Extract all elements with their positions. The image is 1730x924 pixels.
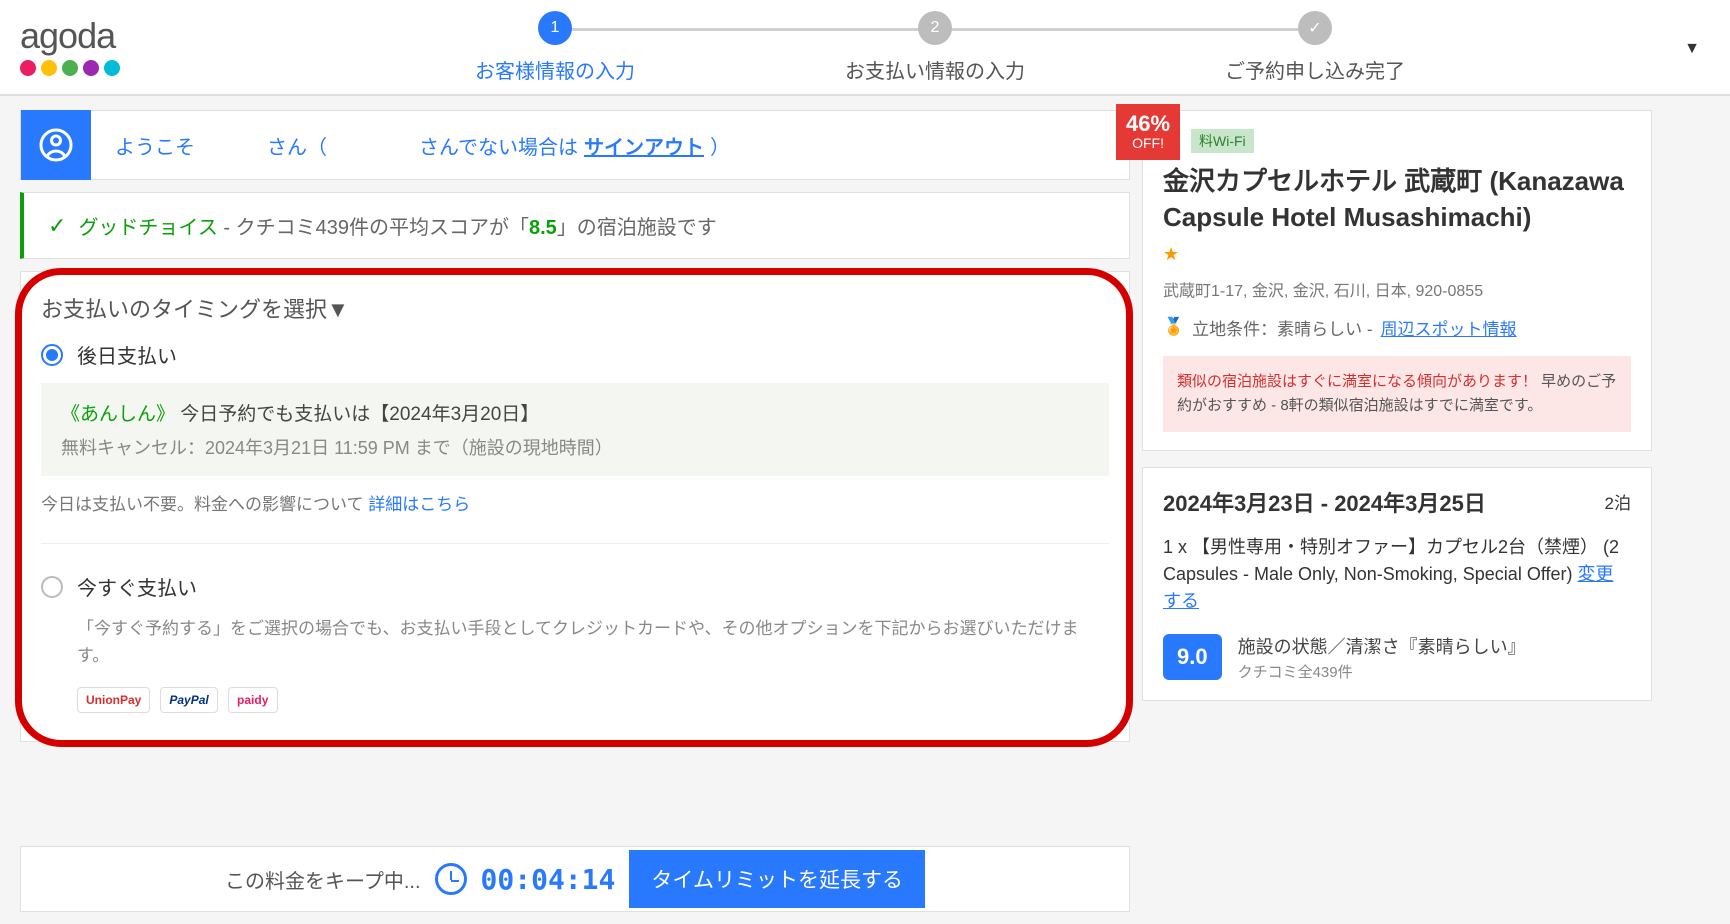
step-3-label: ご予約申し込み完了 (1225, 55, 1405, 84)
review-row: 9.0 施設の状態／清潔さ『素晴らしい』 クチコミ全439件 (1163, 633, 1631, 682)
booking-nights: 2泊 (1605, 489, 1631, 514)
pay-now-label: 今すぐ支払い (77, 572, 197, 601)
payment-timing-box: お支払いのタイミングを選択▼ 後日支払い 《あんしん》 今日予約でも支払いは【2… (20, 271, 1130, 742)
countdown-bar: この料金をキープ中... 00:04:14 タイムリミットを延長する (20, 846, 1130, 912)
step-1: 1 お客様情報の入力 (365, 11, 745, 84)
pay-now-radio[interactable] (41, 576, 63, 598)
header: agoda 1 お客様情報の入力 2 お支払い情報の入力 ✓ ご予約申し込み完了… (0, 0, 1730, 96)
hotel-name: 金沢カプセルホテル 武蔵町 (Kanazawa Capsule Hotel Mu… (1163, 163, 1631, 236)
good-choice-banner: ✓ グッドチョイス - クチコミ439件の平均スコアが「8.5」の宿泊施設です (20, 192, 1130, 259)
nearby-link[interactable]: 周辺スポット情報 (1381, 315, 1517, 340)
detail-link[interactable]: 詳細はこちら (368, 495, 470, 514)
step-3-circle: ✓ (1298, 11, 1332, 45)
location-label: 立地条件：素晴らしい - (1192, 315, 1372, 340)
header-menu-caret[interactable]: ▼ (1684, 40, 1700, 58)
pay-later-note: 今日は支払い不要。料金への影響について 詳細はこちら (41, 490, 1109, 515)
logo-dots (20, 60, 120, 76)
booking-dates: 2024年3月23日 - 2024年3月25日 (1163, 486, 1486, 518)
payment-title: お支払いのタイミングを選択▼ (41, 292, 1109, 324)
good-choice-score: 8.5 (529, 217, 557, 239)
logo[interactable]: agoda (20, 18, 120, 76)
welcome-bar: ようこそ さん（ さんでない場合は サインアウト ） (20, 110, 1130, 180)
signout-link[interactable]: サインアウト (584, 131, 704, 160)
good-choice-post: 」の宿泊施設です (557, 217, 717, 239)
hotel-card: 料Wi-Fi 金沢カプセルホテル 武蔵町 (Kanazawa Capsule H… (1142, 110, 1652, 451)
discount-badge: 46% OFF! (1116, 104, 1180, 160)
user-icon (21, 110, 91, 180)
discount-off: OFF! (1126, 136, 1170, 151)
pay-later-option[interactable]: 後日支払い (41, 340, 1109, 369)
right-column: 46% OFF! 料Wi-Fi 金沢カプセルホテル 武蔵町 (Kanazawa … (1142, 110, 1652, 742)
step-2: 2 お支払い情報の入力 (745, 11, 1125, 84)
check-icon: ✓ (48, 213, 66, 239)
welcome-text: ようこそ さん（ さんでない場合は サインアウト ） (91, 131, 730, 160)
logo-text: agoda (20, 18, 115, 54)
payment-method-logos: UnionPay PayPal paidy (77, 687, 1109, 713)
review-title: 施設の状態／清潔さ『素晴らしい』 (1238, 633, 1526, 659)
welcome-notyou: さんでない場合は (419, 131, 578, 160)
divider (41, 543, 1109, 544)
review-count: クチコミ全439件 (1238, 661, 1526, 682)
scarcity-alert: 類似の宿泊施設はすぐに満室になる傾向があります！ 早めのご予約がおすすめ - 8… (1163, 356, 1631, 432)
clock-icon (435, 863, 467, 895)
discount-pct: 46% (1126, 112, 1170, 136)
welcome-close: ） (710, 131, 730, 160)
pay-now-option[interactable]: 今すぐ支払い (41, 572, 1109, 601)
star-icon: ★ (1163, 244, 1631, 265)
good-choice-label: グッドチョイス (78, 217, 217, 239)
score-badge: 9.0 (1163, 634, 1222, 680)
keep-price-text: この料金をキープ中... (225, 865, 420, 894)
pay-later-line2: 無料キャンセル：2024年3月21日 11:59 PM まで（施設の現地時間） (61, 434, 1089, 460)
paidy-logo: paidy (228, 687, 278, 713)
left-column: ようこそ さん（ さんでない場合は サインアウト ） ✓ グッドチョイス - ク… (20, 110, 1130, 742)
step-2-label: お支払い情報の入力 (845, 55, 1025, 84)
pay-later-label: 後日支払い (77, 340, 177, 369)
step-2-circle: 2 (918, 11, 952, 45)
progress-stepper: 1 お客様情報の入力 2 お支払い情報の入力 ✓ ご予約申し込み完了 (160, 11, 1710, 84)
welcome-san: さん（ (267, 131, 327, 160)
paypal-logo: PayPal (160, 687, 217, 713)
award-icon: 🏅 (1163, 317, 1184, 337)
location-row: 🏅 立地条件：素晴らしい - 周辺スポット情報 (1163, 315, 1631, 340)
wifi-badge: 料Wi-Fi (1191, 129, 1254, 153)
step-3: ✓ ご予約申し込み完了 (1125, 11, 1505, 84)
booking-card: 2024年3月23日 - 2024年3月25日 2泊 1 x 【男性専用・特別オ… (1142, 467, 1652, 701)
countdown-timer: 00:04:14 (481, 863, 616, 896)
room-line: 1 x 【男性専用・特別オファー】カプセル2台（禁煙） (2 Capsules … (1163, 534, 1631, 615)
hotel-address: 武蔵町1-17, 金沢, 金沢, 石川, 日本, 920-0855 (1163, 277, 1631, 301)
good-choice-pre: クチコミ439件の平均スコアが「 (236, 217, 529, 239)
step-1-label: お客様情報の入力 (475, 55, 635, 84)
pay-now-desc: 「今すぐ予約する」をご選択の場合でも、お支払い手段としてクレジットカードや、その… (77, 615, 1109, 669)
pay-later-radio[interactable] (41, 344, 63, 366)
alert-red-text: 類似の宿泊施設はすぐに満室になる傾向があります！ (1177, 373, 1537, 390)
unionpay-logo: UnionPay (77, 687, 150, 713)
anshin-label: 《あんしん》 (61, 404, 175, 425)
welcome-greeting: ようこそ (115, 131, 195, 160)
extend-timer-button[interactable]: タイムリミットを延長する (629, 850, 925, 908)
pay-later-info: 《あんしん》 今日予約でも支払いは【2024年3月20日】 無料キャンセル：20… (41, 383, 1109, 476)
pay-later-line1: 今日予約でも支払いは【2024年3月20日】 (175, 404, 539, 425)
step-1-circle: 1 (538, 11, 572, 45)
